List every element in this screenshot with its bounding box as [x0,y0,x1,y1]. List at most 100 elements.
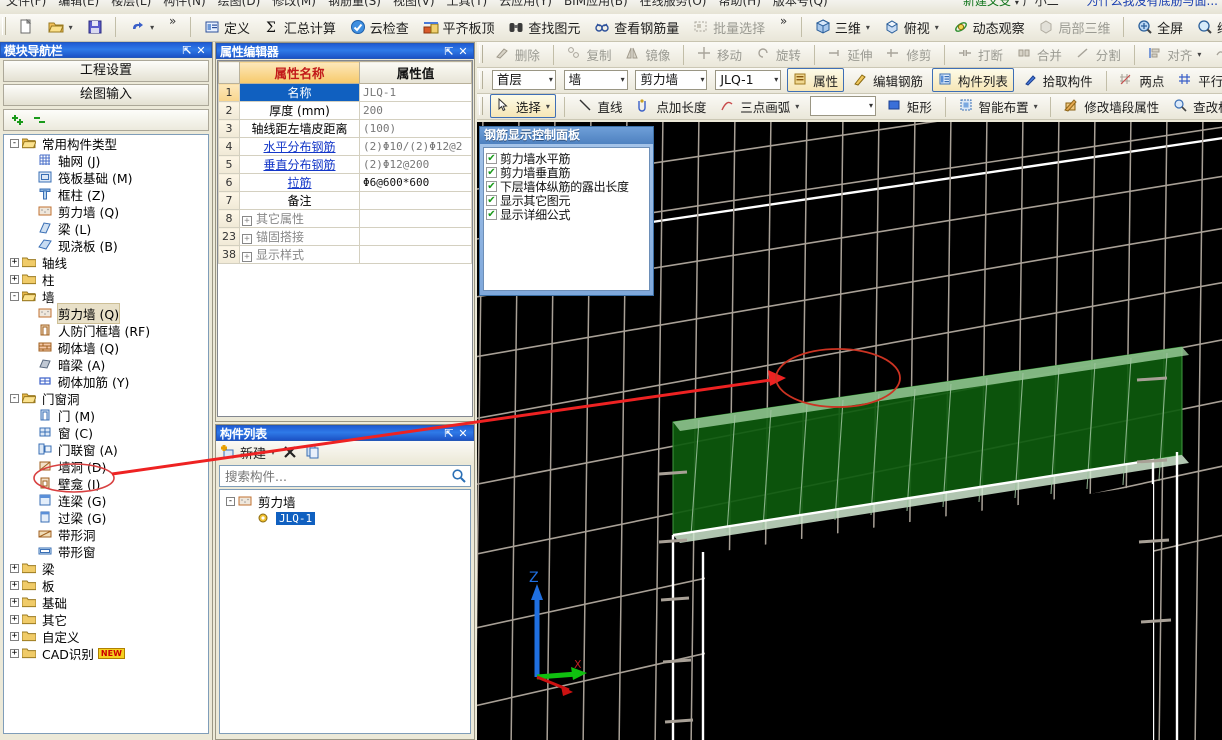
dynamic-observe-button[interactable]: 动态观察 [948,14,1030,40]
property-row[interactable]: 6 拉筋 Φ6@600*600 [218,173,472,192]
trim-button[interactable]: 修剪 [881,42,936,66]
view-rebar-button[interactable]: 查看钢筋量 [589,14,684,40]
tree-expander[interactable]: + [10,581,19,590]
edit-toolbar[interactable]: 删除 复制 镜像 移动 旋转 延伸 修剪 打断 合并 分割 对齐▾ 偏移 拉伸 [477,42,1222,68]
checkbox[interactable]: ✔ [486,194,497,206]
tree-item-27[interactable]: + 基础 [4,594,208,611]
tree-item-26[interactable]: + 板 [4,577,208,594]
property-row[interactable]: 7 备注 [218,191,472,210]
pin-icon[interactable]: ⇱ [442,45,456,58]
split-button[interactable]: 分割 [1071,42,1126,66]
property-value-cell[interactable]: JLQ-1 [359,83,472,102]
tree-item-22[interactable]: 过梁 (G) [4,509,208,526]
break-button[interactable]: 打断 [953,42,1008,66]
tree-item-19[interactable]: 墙洞 (D) [4,458,208,475]
top-view-caret[interactable]: ▾ [935,23,939,32]
tree-item-29[interactable]: + 自定义 [4,628,208,645]
tree-item-14[interactable]: 砌体加筋 (Y) [4,373,208,390]
property-value-cell[interactable]: (100) [359,119,472,138]
align-caret[interactable]: ▾ [1197,50,1201,59]
tree-expander[interactable]: + [10,258,19,267]
pin-icon[interactable]: ⇱ [180,44,194,57]
tree-item-9[interactable]: -墙 [4,288,208,305]
property-row[interactable]: 4 水平分布钢筋 (2)Φ10/(2)Φ12@2 [218,137,472,156]
property-name-cell[interactable]: 水平分布钢筋 [239,137,360,156]
toolbar-overflow-button[interactable]: » [163,14,182,28]
expand-group-icon[interactable]: + [242,216,252,226]
new-doc-menu-item[interactable]: 新建文支 [963,0,1011,8]
property-value-cell[interactable] [359,209,472,228]
property-row[interactable]: 5 垂直分布钢筋 (2)Φ12@200 [218,155,472,174]
rebar-panel-options[interactable]: ✔ 剪力墙水平筋 ✔ 剪力墙垂直筋 ✔ 下层墙体纵筋的露出长度 ✔ 显示其它图元 ✔ 显示详细公式 [483,147,650,291]
align-slab-top-button[interactable]: 平齐板顶 [418,14,500,40]
tree-expander[interactable]: + [10,564,19,573]
property-name-cell[interactable]: + 显示样式 [239,245,360,264]
property-row[interactable]: 8 + 其它属性 [218,209,472,228]
menu-item-13[interactable]: 版本号(Q) [767,0,834,7]
open-file-button[interactable]: ▾ [43,14,78,40]
menu-item-2[interactable]: 楼层(L) [105,0,157,7]
cart-menu-item[interactable]: 广小二 [1023,0,1059,8]
move-button[interactable]: 移动 [692,42,747,66]
copy-pages-icon[interactable] [305,444,321,460]
extend-button[interactable]: 延伸 [823,42,878,66]
property-value-cell[interactable]: (2)Φ12@200 [359,155,472,174]
property-value-cell[interactable] [359,245,472,264]
new-component-caret[interactable]: ▾ [271,448,275,457]
property-name-cell[interactable]: 轴线距左墙皮距离 [239,119,360,138]
tree-expander[interactable]: + [10,598,19,607]
cloud-check-button[interactable]: 云检查 [345,14,414,40]
three-point-arc-button[interactable]: 三点画弧 ▾ [715,94,804,118]
expand-all-icon[interactable] [10,112,26,128]
tree-expander[interactable]: + [10,632,19,641]
menu-item-1[interactable]: 编辑(E) [52,0,105,7]
summary-calc-button[interactable]: Σ 汇总计算 [259,14,341,40]
component-type-tree[interactable]: - 常用构件类型 轴网 (J) 筏板基础 (M) 框柱 (Z) 剪力墙 (Q) 梁 (L) 现… [3,134,209,734]
context-toolbar-grip[interactable] [479,71,483,89]
menu-item-5[interactable]: 修改(M) [266,0,322,7]
component-list-button[interactable]: 构件列表 [931,68,1014,92]
rebar-option-4[interactable]: ✔ 显示详细公式 [486,207,647,222]
undo-caret[interactable]: ▾ [150,23,154,32]
search-magnifier-icon[interactable] [451,468,467,484]
edit-wall-segment-button[interactable]: 修改墙段属性 [1059,94,1164,118]
expand-group-icon[interactable]: + [242,252,252,262]
tree-expander[interactable]: - [10,139,19,148]
menu-item-9[interactable]: 云应用(Y) [493,0,558,7]
property-value-cell[interactable]: (2)Φ10/(2)Φ12@2 [359,137,472,156]
tree-item-28[interactable]: + 其它 [4,611,208,628]
component-list-tree[interactable]: - 剪力墙 JLQ-1 [219,489,471,734]
tree-item-17[interactable]: 窗 (C) [4,424,208,441]
two-point-button[interactable]: 两点 [1114,68,1169,92]
main-toolbar[interactable]: ▾ ▾ » 定义 Σ 汇总计算 云检查 平齐板顶 查找图元 查看钢筋量 批量选择… [0,14,1222,42]
menu-item-6[interactable]: 钢筋量(S) [322,0,387,7]
draw-toolbar-grip[interactable] [479,97,483,115]
pin-icon[interactable]: ⇱ [442,427,456,440]
tree-item-11[interactable]: 人防门框墙 (RF) [4,322,208,339]
tree-expander[interactable]: - [10,394,19,403]
checkbox[interactable]: ✔ [486,166,497,178]
property-grid[interactable]: 属性名称 属性值 1 名称 JLQ-1 2 厚度 (mm) 200 3 轴线距左墙皮距离 (10… [217,60,473,417]
property-name-cell[interactable]: + 其它属性 [239,209,360,228]
partial-3d-button[interactable]: 局部三维 [1033,14,1115,40]
checkbox[interactable]: ✔ [486,180,497,192]
close-icon[interactable]: ✕ [194,44,208,57]
rectangle-tool-button[interactable]: 矩形 [882,94,937,118]
category-select[interactable]: 墙 [563,70,628,90]
new-component-button[interactable]: 新建 ▾ [220,439,275,465]
property-name-cell[interactable]: 备注 [239,191,360,210]
tree-item-21[interactable]: 连梁 (G) [4,492,208,509]
menu-item-12[interactable]: 帮助(H) [712,0,766,7]
new-file-button[interactable] [13,14,39,40]
tree-item-13[interactable]: 暗梁 (A) [4,356,208,373]
floor-select[interactable]: 首层 [491,70,556,90]
point-length-tool-button[interactable]: 点加长度 [631,94,711,118]
property-row[interactable]: 1 名称 JLQ-1 [218,83,472,102]
drawing-input-button[interactable]: 绘图输入 [3,84,209,106]
batch-select-button[interactable]: 批量选择 [688,14,770,40]
tree-item-15[interactable]: - 门窗洞 [4,390,208,407]
property-value-cell[interactable]: Φ6@600*600 [359,173,472,192]
property-row[interactable]: 23 + 锚固搭接 [218,227,472,246]
tree-item-12[interactable]: 砌体墙 (Q) [4,339,208,356]
close-icon[interactable]: ✕ [456,427,470,440]
